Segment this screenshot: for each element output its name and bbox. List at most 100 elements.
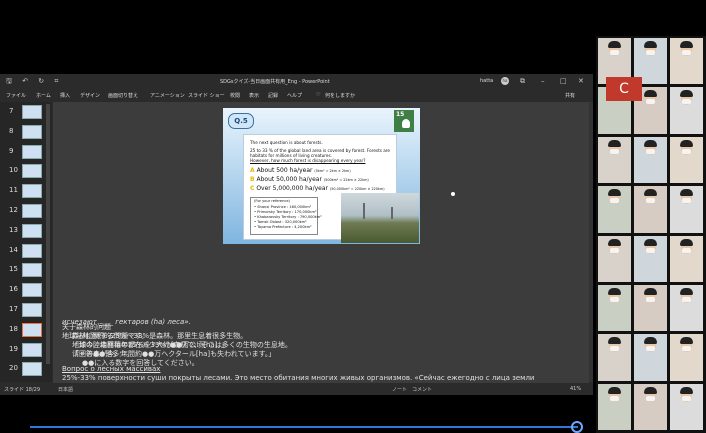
slide-thumbnail[interactable]: 10 xyxy=(0,163,52,181)
tab-help[interactable]: ヘルプ xyxy=(287,92,302,99)
slide-number: 7 xyxy=(9,107,14,115)
reference-title: (For your reference) xyxy=(254,199,290,203)
slide-preview xyxy=(22,283,42,298)
participant-video-tile[interactable] xyxy=(670,334,703,381)
intro-question: However, how much forest is disappearing… xyxy=(250,158,366,163)
option-text: Over 5,000,000 ha/year xyxy=(256,185,328,192)
person-shape xyxy=(680,287,693,295)
tab-file[interactable]: ファイル xyxy=(6,92,26,99)
participant-video-tile[interactable] xyxy=(598,136,631,184)
slide-thumbnail[interactable]: 14 xyxy=(0,243,52,261)
person-shape xyxy=(608,337,621,345)
reference-row: • Toyama Prefecture : 4,200km² xyxy=(254,225,312,229)
slide-preview xyxy=(22,223,42,238)
slide-preview xyxy=(22,204,42,218)
participant-video-tile[interactable] xyxy=(634,136,667,184)
current-slide[interactable]: Q.5 15 The next question is about forest… xyxy=(223,108,420,244)
slide-preview xyxy=(22,263,42,278)
tab-review[interactable]: 校閲 xyxy=(230,92,240,99)
participant-video-tile[interactable] xyxy=(598,235,631,282)
person-shape xyxy=(644,139,657,147)
participant-video-tile[interactable] xyxy=(670,136,703,184)
slide-thumbnail[interactable]: 17 xyxy=(0,302,52,320)
reference-area: : 320,000km² xyxy=(282,220,307,224)
mask-shape xyxy=(682,395,691,401)
tab-slideshow[interactable]: スライド ショー xyxy=(188,92,225,99)
participant-video-tile[interactable] xyxy=(634,334,667,381)
tower-shape xyxy=(391,207,393,219)
slide-thumbnail[interactable]: 9 xyxy=(0,144,52,162)
reference-place: • Primorsky Territory xyxy=(254,210,292,214)
quick-access-toolbar[interactable]: 🖫 ↶ ↻ ⌗ xyxy=(6,77,62,88)
participant-video-tile[interactable] xyxy=(634,235,667,282)
slide-thumbnail[interactable]: 19 xyxy=(0,342,52,360)
minimize-button[interactable]: – xyxy=(541,77,545,85)
slide-preview xyxy=(22,184,42,199)
participant-video-tile[interactable] xyxy=(598,284,631,332)
participant-video-tile[interactable] xyxy=(670,284,703,332)
thumbnail-scrollbar[interactable] xyxy=(46,104,50,364)
participant-video-tile[interactable] xyxy=(634,284,667,332)
slide-thumbnail[interactable]: 7 xyxy=(0,104,52,122)
avatar[interactable]: ha xyxy=(501,77,509,85)
participant-video-tile[interactable] xyxy=(670,87,703,134)
slide-thumbnail[interactable]: 8 xyxy=(0,124,52,142)
mask-shape xyxy=(610,346,619,352)
mask-shape xyxy=(646,395,655,401)
participant-video-tile[interactable] xyxy=(670,186,703,233)
slide-preview xyxy=(22,342,42,357)
tab-design[interactable]: デザイン xyxy=(80,92,100,99)
tab-view[interactable]: 表示 xyxy=(249,92,259,99)
slide-thumbnail-pane: 7 8 9 10 11 12 13 14 15 16 17 18 19 20 xyxy=(0,102,52,382)
slide-preview xyxy=(22,303,42,317)
person-shape xyxy=(644,41,657,48)
tab-transitions[interactable]: 画面切り替え xyxy=(108,92,138,99)
mask-shape xyxy=(682,198,691,204)
close-button[interactable]: ✕ xyxy=(578,77,584,85)
slide-thumbnail[interactable]: 13 xyxy=(0,223,52,241)
title-bar: 🖫 ↶ ↻ ⌗ SDGsクイズ-当日画面共有用_Eng - PowerPoint… xyxy=(0,74,593,88)
ribbon-tabs: ファイル ホーム 挿入 デザイン 画面切り替え アニメーション スライド ショー… xyxy=(0,88,593,102)
person-shape xyxy=(644,90,657,98)
slide-number: 13 xyxy=(9,225,18,234)
participant-video-tile[interactable] xyxy=(634,383,667,430)
video-progress-bar[interactable] xyxy=(30,426,578,428)
participant-video-tile[interactable] xyxy=(598,186,631,233)
slide-thumbnail[interactable]: 15 xyxy=(0,262,52,280)
participant-video-tile[interactable] xyxy=(634,186,667,233)
slide-thumbnail[interactable]: 11 xyxy=(0,183,52,201)
share-button[interactable]: 共有 xyxy=(565,92,575,99)
participant-video-tile[interactable] xyxy=(598,334,631,381)
video-progress-knob[interactable] xyxy=(571,421,583,433)
notes-button[interactable]: ノート xyxy=(392,386,407,393)
person-shape xyxy=(680,337,693,345)
slide-preview xyxy=(22,105,42,119)
person-shape xyxy=(608,386,621,394)
slide-thumbnail[interactable]: 12 xyxy=(0,203,52,221)
participant-video-tile[interactable] xyxy=(670,383,703,430)
slide-number: 18 xyxy=(9,324,18,333)
tab-animations[interactable]: アニメーション xyxy=(150,92,185,99)
slide-number: 17 xyxy=(9,305,18,313)
tree-icon xyxy=(402,119,410,128)
mask-shape xyxy=(646,198,655,204)
participant-video-tile[interactable] xyxy=(670,235,703,282)
tell-me-search[interactable]: 何をしますか xyxy=(325,92,355,99)
slide-thumbnail[interactable]: 18 xyxy=(0,322,52,340)
slide-thumbnail[interactable]: 20 xyxy=(0,361,52,379)
tab-home[interactable]: ホーム xyxy=(36,92,51,99)
mask-shape xyxy=(682,346,691,352)
reference-box: (For your reference) • Shanxi Province :… xyxy=(250,197,322,235)
option-text: About 50,000 ha/year xyxy=(256,176,322,183)
participant-video-tile[interactable] xyxy=(598,383,631,430)
tab-record[interactable]: 記録 xyxy=(268,92,278,99)
maximize-button[interactable]: □ xyxy=(560,77,567,85)
slide-number: 12 xyxy=(9,206,18,214)
comments-button[interactable]: コメント xyxy=(412,386,432,393)
mask-shape xyxy=(682,99,691,105)
vertical-scrollbar[interactable] xyxy=(589,102,593,382)
tab-insert[interactable]: 挿入 xyxy=(60,92,70,99)
participant-video-tile[interactable] xyxy=(670,38,703,85)
restore-icon[interactable]: ⧉ xyxy=(520,77,525,86)
slide-thumbnail[interactable]: 16 xyxy=(0,282,52,300)
